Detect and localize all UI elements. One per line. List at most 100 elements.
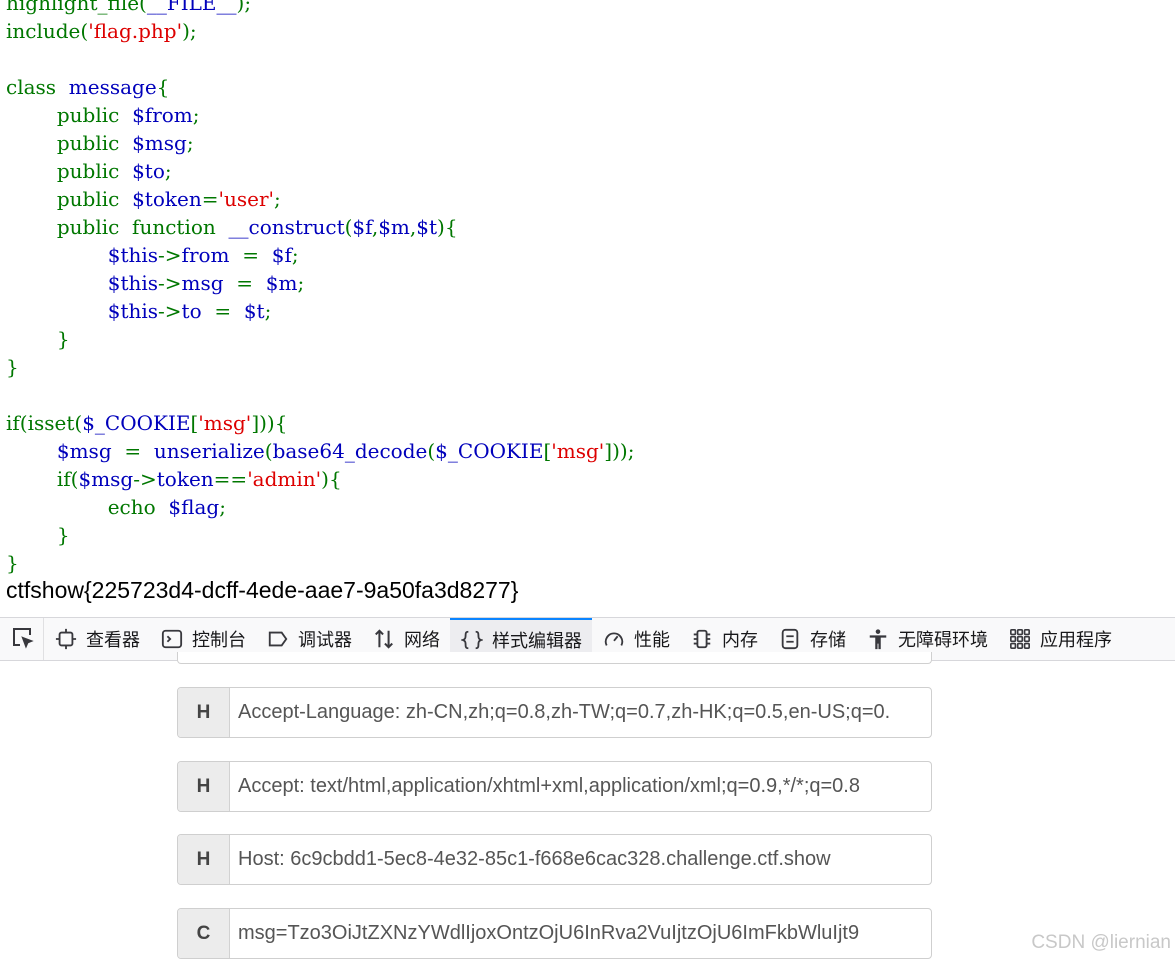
header-value-input[interactable]: msg=Tzo3OiJtZXNzYWdlIjoxOntzOjU6InRva2Vu… <box>230 909 931 958</box>
code-token: include( <box>6 19 89 43</box>
code-token: 'msg' <box>551 439 605 463</box>
header-type-button[interactable]: H <box>178 762 230 811</box>
element-picker-button[interactable] <box>0 618 44 660</box>
code-token: if(isset( <box>6 411 83 435</box>
code-line: include('flag.php'); <box>6 17 1171 45</box>
code-token: public <box>6 103 133 127</box>
code-token: = <box>124 439 154 463</box>
code-token: ); <box>182 19 197 43</box>
code-token: } <box>6 551 19 575</box>
tab-label: 存储 <box>810 630 846 650</box>
header-value-input[interactable]: Accept: text/html,application/xhtml+xml,… <box>230 762 931 811</box>
header-type-button[interactable]: H <box>178 688 230 737</box>
header-row: H Accept-Language: zh-CN,zh;q=0.8,zh-TW;q… <box>177 687 932 738</box>
flag-output-text: ctfshow{225723d4-dcff-4ede-aae7-9a50fa3d… <box>6 577 519 603</box>
code-line: $msg = unserialize(base64_decode($_COOKI… <box>6 437 1171 465</box>
code-token: $to <box>132 159 165 183</box>
code-token: } <box>6 523 70 547</box>
code-token: $t <box>243 299 265 323</box>
code-token: ; <box>264 299 272 323</box>
tab-inspector[interactable]: 查看器 <box>44 618 150 660</box>
code-token: = <box>242 243 272 267</box>
code-line: public $token='user'; <box>6 185 1171 213</box>
style-editor-icon <box>460 628 484 652</box>
code-line: $this->to = $t; <box>6 297 1171 325</box>
network-icon <box>372 627 396 651</box>
tab-label: 控制台 <box>192 630 246 650</box>
tab-label: 样式编辑器 <box>492 631 582 651</box>
code-token: ); <box>236 0 252 15</box>
code-line: if(isset($_COOKIE['msg'])){ <box>6 409 1171 437</box>
code-token: $token <box>132 187 202 211</box>
accessibility-icon <box>866 627 890 651</box>
tab-label: 查看器 <box>86 630 140 650</box>
code-token: } <box>6 327 70 351</box>
code-token: -> <box>158 243 182 267</box>
code-line: highlight_file(__FILE__); <box>6 0 1171 17</box>
code-token: $f <box>271 243 292 267</box>
code-token: $msg <box>78 467 134 491</box>
code-token: if( <box>6 467 79 491</box>
code-token: to <box>181 299 215 323</box>
code-line: $this->from = $f; <box>6 241 1171 269</box>
tab-application[interactable]: 应用程序 <box>998 618 1122 660</box>
code-token: $this <box>107 299 159 323</box>
code-token: __construct <box>228 215 345 239</box>
code-token: class <box>6 75 69 99</box>
code-token: $m <box>265 271 298 295</box>
code-line: } <box>6 353 1171 381</box>
code-line: if($msg->token=='admin'){ <box>6 465 1171 493</box>
code-token: ])){ <box>251 411 288 435</box>
code-token: $msg <box>56 439 125 463</box>
header-type-button[interactable]: H <box>178 835 230 884</box>
code-token: ; <box>186 131 194 155</box>
code-token: $this <box>107 271 159 295</box>
console-icon <box>160 627 184 651</box>
code-token: ])); <box>604 439 635 463</box>
code-token: $_COOKIE <box>82 411 191 435</box>
code-token: $this <box>107 243 159 267</box>
code-token: public <box>6 159 133 183</box>
element-picker-icon <box>10 625 34 654</box>
code-token: public function <box>6 215 229 239</box>
tab-label: 应用程序 <box>1040 630 1112 650</box>
code-token: ; <box>164 159 172 183</box>
code-token: { <box>156 75 170 99</box>
code-token: = <box>236 271 266 295</box>
code-token: __FILE__ <box>146 0 237 15</box>
code-token: ( <box>427 439 436 463</box>
header-type-button[interactable]: C <box>178 909 230 958</box>
code-token: ){ <box>437 215 458 239</box>
code-token: 'msg' <box>198 411 252 435</box>
header-row-partial <box>177 652 932 664</box>
header-row: H Host: 6c9cbdd1-5ec8-4e32-85c1-f668e6cac… <box>177 834 932 885</box>
code-token: } <box>6 355 19 379</box>
code-token: $from <box>132 103 193 127</box>
code-token: -> <box>158 299 182 323</box>
code-token: = <box>201 187 219 211</box>
code-token: 'admin' <box>247 467 322 491</box>
code-token: = <box>214 299 244 323</box>
code-token: from <box>181 243 243 267</box>
php-source-code: highlight_file(__FILE__); include('flag.p… <box>6 0 1171 577</box>
header-value-input[interactable]: Accept-Language: zh-CN,zh;q=0.8,zh-TW;q=… <box>230 688 931 737</box>
header-row: Cmsg=Tzo3OiJtZXNzYWdlIjoxOntzOjU6InRva2V… <box>177 908 932 959</box>
code-token: -> <box>158 271 182 295</box>
code-token: $f <box>352 215 372 239</box>
storage-icon <box>778 627 802 651</box>
code-line: $this->msg = $m; <box>6 269 1171 297</box>
code-token: 'flag.php' <box>88 19 183 43</box>
code-token: msg <box>181 271 237 295</box>
tab-label: 网络 <box>404 630 440 650</box>
code-token: == <box>213 467 248 491</box>
code-line: class message{ <box>6 73 1171 101</box>
memory-icon <box>690 627 714 651</box>
header-value-input[interactable]: Host: 6c9cbdd1-5ec8-4e32-85c1-f668e6cac3… <box>230 835 931 884</box>
code-token: ){ <box>321 467 342 491</box>
code-token: base64_decode <box>272 439 428 463</box>
code-token: ; <box>297 271 305 295</box>
